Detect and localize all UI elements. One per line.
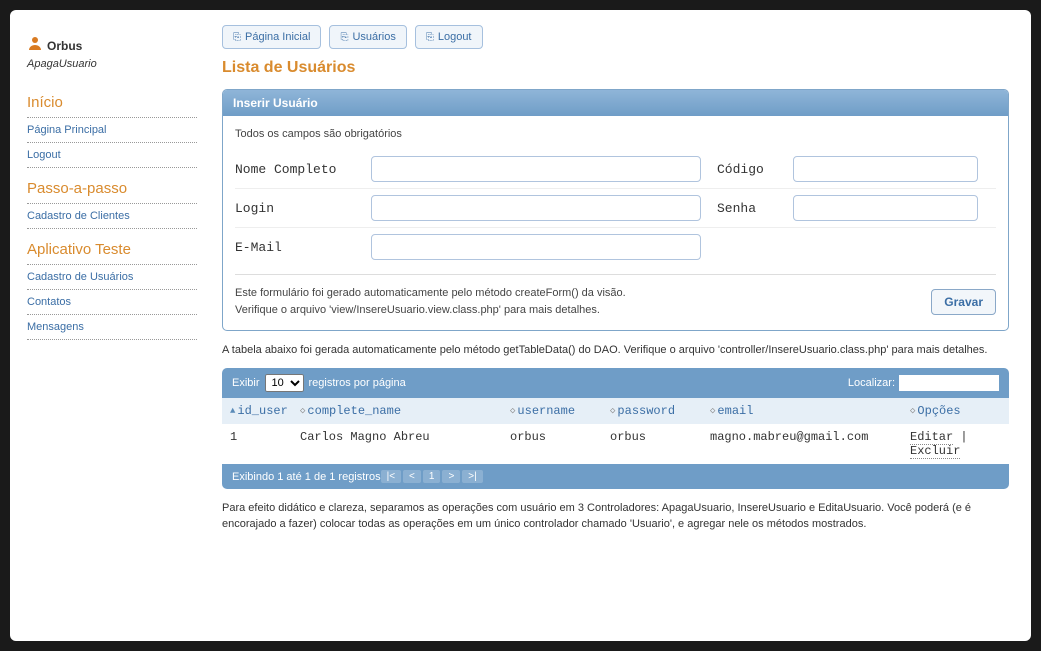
footer-info: Exibindo 1 até 1 de 1 registros bbox=[232, 471, 381, 483]
input-codigo[interactable] bbox=[793, 156, 978, 182]
input-login[interactable] bbox=[371, 195, 701, 221]
col-password[interactable]: ◇password bbox=[610, 404, 710, 418]
form-row-email: E-Mail bbox=[235, 227, 996, 266]
page-title: Lista de Usuários bbox=[222, 59, 1009, 77]
app-window: Orbus ApagaUsuario Início Página Princip… bbox=[10, 10, 1031, 641]
col-opcoes: ◇Opções bbox=[910, 404, 1001, 418]
col-username[interactable]: ◇username bbox=[510, 404, 610, 418]
nav-heading-aplicativo: Aplicativo Teste bbox=[27, 235, 197, 265]
nav-link-mensagens[interactable]: Mensagens bbox=[27, 315, 197, 340]
label-codigo: Código bbox=[717, 162, 777, 177]
form-required-note: Todos os campos são obrigatórios bbox=[235, 128, 996, 140]
sort-icon: ◇ bbox=[510, 406, 515, 416]
form-panel-body: Todos os campos são obrigatórios Nome Co… bbox=[223, 116, 1008, 330]
nav-heading-passo: Passo-a-passo bbox=[27, 174, 197, 204]
nav-link-logout[interactable]: Logout bbox=[27, 143, 197, 168]
label-senha: Senha bbox=[717, 201, 777, 216]
datatable-panel: Exibir 10 registros por página Localizar… bbox=[222, 368, 1009, 489]
sort-icon: ◇ bbox=[300, 406, 305, 416]
search-label: Localizar: bbox=[848, 377, 895, 389]
save-button[interactable]: Gravar bbox=[931, 289, 996, 315]
datatable-footer: Exibindo 1 até 1 de 1 registros |< < 1 >… bbox=[222, 464, 1009, 489]
show-label: Exibir bbox=[232, 377, 260, 389]
cell-options: Editar | Excluir bbox=[910, 430, 1001, 458]
cell-username: orbus bbox=[510, 430, 610, 458]
label-login: Login bbox=[235, 201, 355, 216]
cell-email: magno.mabreu@gmail.com bbox=[710, 430, 910, 458]
cell-id: 1 bbox=[230, 430, 300, 458]
datatable-topbar: Exibir 10 registros por página Localizar… bbox=[222, 368, 1009, 398]
col-complete-name[interactable]: ◇complete_name bbox=[300, 404, 510, 418]
page-size-select[interactable]: 10 bbox=[265, 374, 304, 392]
show-suffix: registros por página bbox=[309, 377, 406, 389]
link-icon: ⎘ bbox=[233, 32, 241, 43]
sort-icon: ◇ bbox=[610, 406, 615, 416]
delete-link[interactable]: Excluir bbox=[910, 444, 960, 459]
brand-name: Orbus bbox=[47, 39, 82, 53]
label-email: E-Mail bbox=[235, 240, 355, 255]
nav-link-contatos[interactable]: Contatos bbox=[27, 290, 197, 315]
bottom-note: Para efeito didático e clareza, separamo… bbox=[222, 501, 1009, 532]
pager-first[interactable]: |< bbox=[381, 470, 401, 483]
datatable-header: ▲id_user ◇complete_name ◇username ◇passw… bbox=[222, 398, 1009, 424]
input-email[interactable] bbox=[371, 234, 701, 260]
table-intro-text: A tabela abaixo foi gerada automaticamen… bbox=[222, 343, 1009, 358]
brand-subtitle: ApagaUsuario bbox=[27, 58, 197, 70]
form-panel-header: Inserir Usuário bbox=[223, 90, 1008, 116]
form-row-login: Login Senha bbox=[235, 188, 996, 227]
brand: Orbus bbox=[27, 35, 197, 56]
form-panel: Inserir Usuário Todos os campos são obri… bbox=[222, 89, 1009, 331]
form-footer: Este formulário foi gerado automaticamen… bbox=[235, 274, 996, 318]
sidebar: Orbus ApagaUsuario Início Página Princip… bbox=[22, 20, 202, 631]
pager-prev[interactable]: < bbox=[403, 470, 421, 483]
input-nome[interactable] bbox=[371, 156, 701, 182]
edit-link[interactable]: Editar bbox=[910, 430, 953, 445]
pager: |< < 1 > >| bbox=[381, 470, 483, 483]
nav-heading-inicio: Início bbox=[27, 88, 197, 118]
main-content: ⎘Página Inicial ⎘Usuários ⎘Logout Lista … bbox=[202, 20, 1019, 631]
sort-asc-icon: ▲ bbox=[230, 406, 235, 416]
form-footer-text: Este formulário foi gerado automaticamen… bbox=[235, 285, 626, 318]
link-icon: ⎘ bbox=[340, 32, 348, 43]
search-input[interactable] bbox=[899, 375, 999, 391]
topbar-usuarios[interactable]: ⎘Usuários bbox=[329, 25, 406, 49]
nav-link-cadastro-usuarios[interactable]: Cadastro de Usuários bbox=[27, 265, 197, 290]
sort-icon: ◇ bbox=[710, 406, 715, 416]
nav-link-pagina-principal[interactable]: Página Principal bbox=[27, 118, 197, 143]
col-id-user[interactable]: ▲id_user bbox=[230, 404, 300, 418]
form-row-nome: Nome Completo Código bbox=[235, 150, 996, 188]
link-icon: ⎘ bbox=[426, 32, 434, 43]
label-nome: Nome Completo bbox=[235, 162, 355, 177]
user-icon bbox=[27, 35, 43, 56]
table-row: 1 Carlos Magno Abreu orbus orbus magno.m… bbox=[222, 424, 1009, 464]
input-senha[interactable] bbox=[793, 195, 978, 221]
pager-next[interactable]: > bbox=[442, 470, 460, 483]
pager-page-1[interactable]: 1 bbox=[423, 470, 441, 483]
pager-last[interactable]: >| bbox=[462, 470, 482, 483]
col-email[interactable]: ◇email bbox=[710, 404, 910, 418]
topbar: ⎘Página Inicial ⎘Usuários ⎘Logout bbox=[222, 25, 1009, 49]
cell-name: Carlos Magno Abreu bbox=[300, 430, 510, 458]
topbar-logout[interactable]: ⎘Logout bbox=[415, 25, 483, 49]
cell-password: orbus bbox=[610, 430, 710, 458]
topbar-pagina-inicial[interactable]: ⎘Página Inicial bbox=[222, 25, 321, 49]
nav-link-cadastro-clientes[interactable]: Cadastro de Clientes bbox=[27, 204, 197, 229]
sort-icon: ◇ bbox=[910, 406, 915, 416]
